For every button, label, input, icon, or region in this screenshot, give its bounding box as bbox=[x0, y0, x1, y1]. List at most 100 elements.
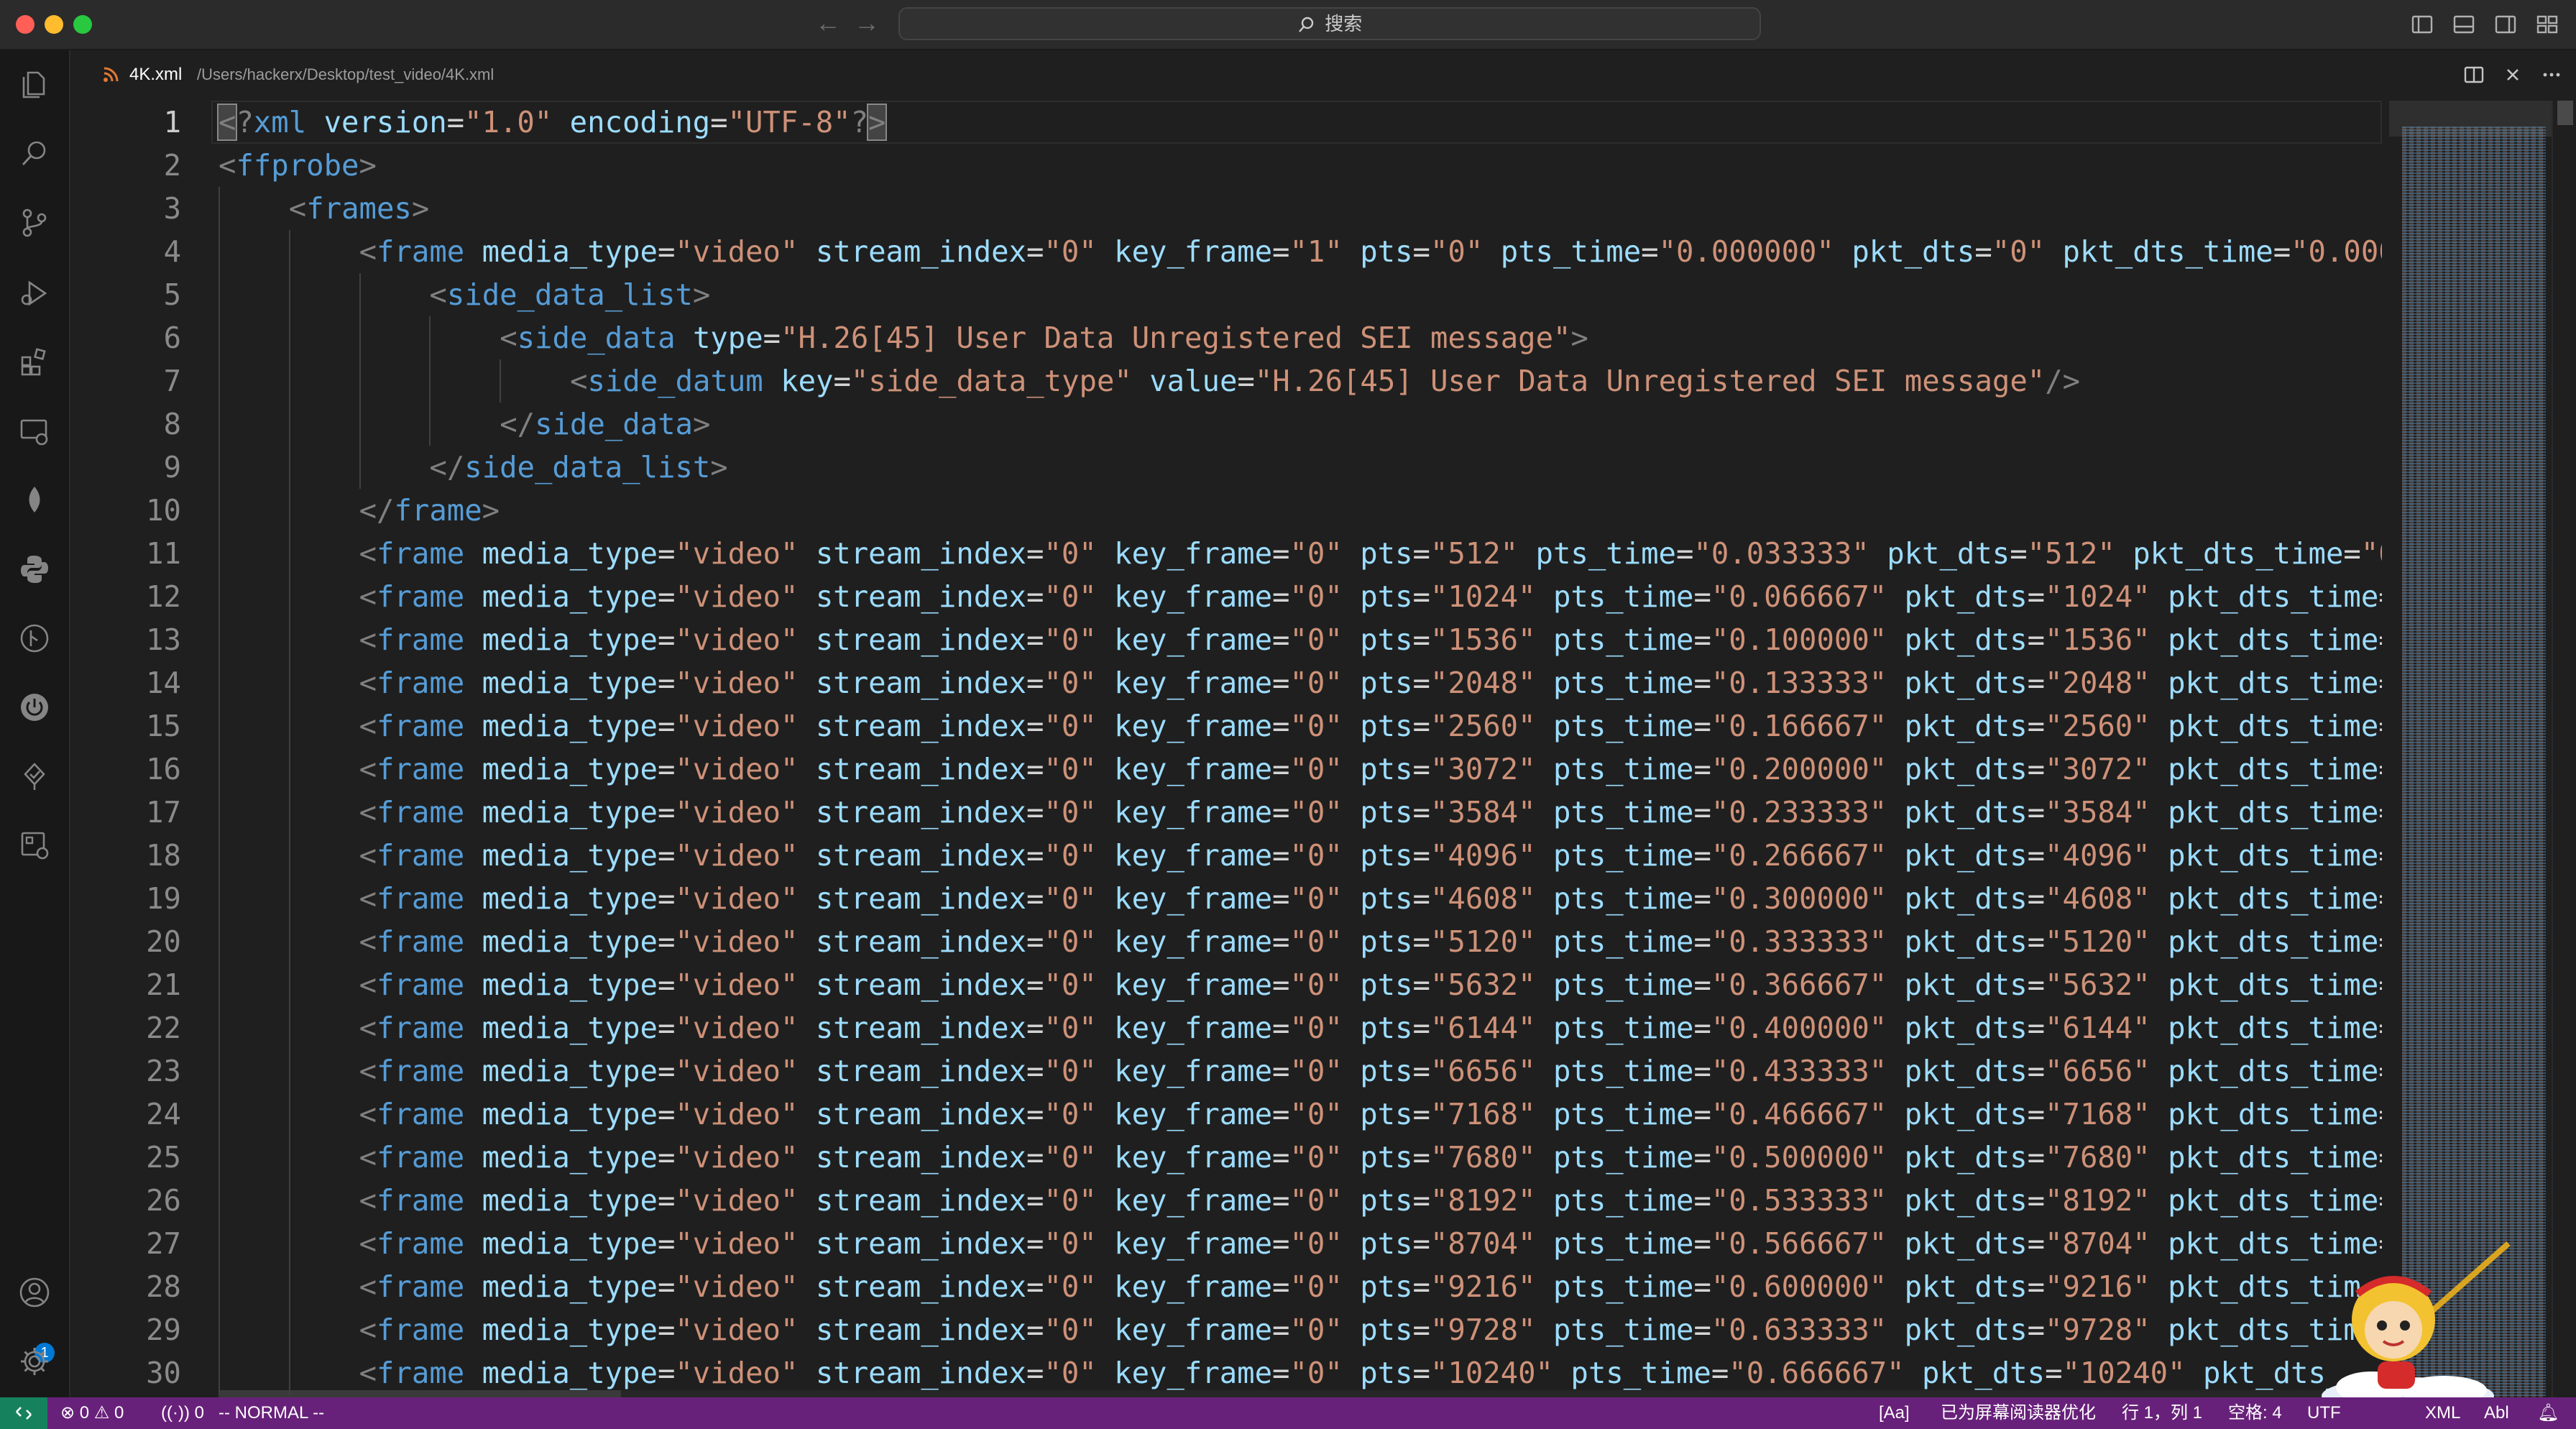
back-arrow-icon[interactable]: ← bbox=[815, 9, 841, 37]
code-line[interactable]: 11 <frame media_type="video" stream_index… bbox=[70, 532, 2382, 575]
code-line[interactable]: 20 <frame media_type="video" stream_index… bbox=[70, 920, 2382, 963]
code-line[interactable]: 16 <frame media_type="video" stream_index… bbox=[70, 748, 2382, 791]
customize-layout-icon[interactable] bbox=[2534, 12, 2560, 37]
python-icon[interactable] bbox=[14, 549, 55, 589]
file-encoding[interactable]: UTF bbox=[2307, 1397, 2341, 1429]
case-toggle[interactable]: [Aa] bbox=[1879, 1397, 1910, 1429]
gear-icon[interactable] bbox=[14, 1341, 55, 1382]
code-token: pkt_dts bbox=[1887, 536, 2010, 571]
timeline-icon[interactable] bbox=[14, 618, 55, 658]
code-line[interactable]: 28 <frame media_type="video" stream_index… bbox=[70, 1265, 2382, 1308]
code-token: = bbox=[657, 1097, 676, 1131]
code-token: "4608" bbox=[2045, 881, 2150, 916]
vertical-scrollbar[interactable] bbox=[2552, 101, 2576, 1397]
line-number: 13 bbox=[146, 622, 181, 657]
code-token: = bbox=[1412, 1140, 1430, 1175]
indentation[interactable]: 空格: 4 bbox=[2228, 1397, 2282, 1429]
code-line[interactable]: 26 <frame media_type="video" stream_index… bbox=[70, 1179, 2382, 1222]
remote-indicator[interactable] bbox=[0, 1397, 47, 1429]
code-line[interactable]: 30 <frame media_type="video" stream_index… bbox=[70, 1351, 2382, 1394]
code-line[interactable]: 29 <frame media_type="video" stream_index… bbox=[70, 1308, 2382, 1351]
code-token: "6144" bbox=[1430, 1011, 1536, 1045]
code-line[interactable]: 5 <side_data_list> bbox=[70, 273, 2382, 316]
screen-reader-status[interactable]: 已为屏幕阅读器优化 bbox=[1941, 1397, 2096, 1429]
code-line[interactable]: 14 <frame media_type="video" stream_index… bbox=[70, 661, 2382, 704]
warning-icon: ⚠ bbox=[93, 1403, 110, 1423]
language-mode[interactable]: XML bbox=[2425, 1397, 2460, 1429]
code-line[interactable]: 12 <frame media_type="video" stream_index… bbox=[70, 575, 2382, 618]
minimize-window-button[interactable] bbox=[45, 15, 63, 34]
explorer-icon[interactable] bbox=[14, 65, 55, 105]
tab-filename[interactable]: 4K.xml bbox=[129, 63, 182, 86]
code-line[interactable]: 17 <frame media_type="video" stream_index… bbox=[70, 791, 2382, 834]
command-center-search[interactable]: 搜索 bbox=[898, 7, 1761, 40]
problems-indicator[interactable]: ⊗ 0 ⚠ 0 bbox=[60, 1397, 124, 1429]
code-line[interactable]: 7 <side_datum key="side_data_type" value=… bbox=[70, 359, 2382, 403]
code-line[interactable]: 18 <frame media_type="video" stream_index… bbox=[70, 834, 2382, 877]
code-token: = bbox=[1272, 234, 1290, 269]
code-token: "0.400000" bbox=[1711, 1011, 1887, 1045]
spell-check[interactable]: Abl bbox=[2484, 1397, 2509, 1429]
remote-explorer-icon[interactable] bbox=[14, 411, 55, 451]
minimap[interactable] bbox=[2382, 101, 2552, 1397]
code-token: side_data bbox=[535, 407, 693, 441]
code-line[interactable]: 8 </side_data> bbox=[70, 403, 2382, 446]
leaf-icon[interactable] bbox=[14, 480, 55, 520]
code-token: "5632" bbox=[2045, 968, 2150, 1002]
toggle-panel-icon[interactable] bbox=[2451, 12, 2477, 37]
code-token: key_frame bbox=[1114, 752, 1273, 786]
close-icon[interactable] bbox=[2501, 63, 2524, 86]
code-token: "0" bbox=[1289, 1269, 1343, 1304]
vertical-scrollbar-thumb[interactable] bbox=[2557, 101, 2573, 125]
code-token: > bbox=[1570, 321, 1588, 355]
container-icon[interactable] bbox=[14, 825, 55, 865]
notifications-icon[interactable]: 🔔︎ bbox=[2537, 1397, 2559, 1429]
code-line[interactable]: 23 <frame media_type="video" stream_index… bbox=[70, 1049, 2382, 1093]
code-token: < bbox=[359, 838, 377, 873]
code-token: "0" bbox=[1289, 1183, 1343, 1218]
toggle-secondary-sidebar-icon[interactable] bbox=[2493, 12, 2518, 37]
power-icon[interactable] bbox=[14, 687, 55, 727]
code-line[interactable]: 9 </side_data_list> bbox=[70, 446, 2382, 489]
more-actions-icon[interactable] bbox=[2540, 63, 2563, 86]
code-line[interactable]: 10 </frame> bbox=[70, 489, 2382, 532]
code-token: = bbox=[657, 838, 676, 873]
testing-icon[interactable] bbox=[14, 756, 55, 796]
source-control-icon[interactable] bbox=[14, 203, 55, 243]
code-line[interactable]: 19 <frame media_type="video" stream_index… bbox=[70, 877, 2382, 920]
forward-arrow-icon[interactable]: → bbox=[854, 9, 880, 37]
ports-indicator[interactable]: ((·)) 0 bbox=[161, 1397, 204, 1429]
code-token: > bbox=[411, 191, 430, 226]
code-token: stream_index bbox=[815, 666, 1026, 700]
code-line[interactable]: 15 <frame media_type="video" stream_index… bbox=[70, 704, 2382, 748]
search-icon[interactable] bbox=[14, 134, 55, 174]
minimap-viewport-slider[interactable] bbox=[2389, 101, 2552, 137]
code-line[interactable]: 13 <frame media_type="video" stream_index… bbox=[70, 618, 2382, 661]
code-token: "7168" bbox=[2045, 1097, 2150, 1131]
code-line[interactable]: 6 <side_data type="H.26[45] User Data Unr… bbox=[70, 316, 2382, 359]
toggle-primary-sidebar-icon[interactable] bbox=[2409, 12, 2435, 37]
accounts-icon[interactable] bbox=[14, 1272, 55, 1313]
run-debug-icon[interactable] bbox=[14, 273, 55, 313]
code-line[interactable]: 3 <frames> bbox=[70, 187, 2382, 230]
code-token: pkt_dts bbox=[1922, 1356, 2046, 1390]
code-line[interactable]: 4 <frame media_type="video" stream_index=… bbox=[70, 230, 2382, 273]
cursor-position[interactable]: 行 1，列 1 bbox=[2122, 1397, 2202, 1429]
code-line[interactable]: 1 <?xml version="1.0" encoding="UTF-8"?> bbox=[70, 101, 2382, 144]
code-line[interactable]: 25 <frame media_type="video" stream_index… bbox=[70, 1136, 2382, 1179]
code-editor[interactable]: 1 <?xml version="1.0" encoding="UTF-8"?> 2… bbox=[70, 101, 2382, 1397]
split-editor-icon[interactable] bbox=[2462, 63, 2485, 86]
code-line[interactable]: 21 <frame media_type="video" stream_index… bbox=[70, 963, 2382, 1006]
maximize-window-button[interactable] bbox=[73, 15, 92, 34]
close-window-button[interactable] bbox=[16, 15, 34, 34]
code-line[interactable]: 2 <ffprobe> bbox=[70, 144, 2382, 187]
indent-guide bbox=[218, 489, 220, 532]
extensions-icon[interactable] bbox=[14, 342, 55, 382]
code-line[interactable]: 24 <frame media_type="video" stream_index… bbox=[70, 1093, 2382, 1136]
code-line[interactable]: 27 <frame media_type="video" stream_index… bbox=[70, 1222, 2382, 1265]
code-line[interactable]: 22 <frame media_type="video" stream_index… bbox=[70, 1006, 2382, 1049]
code-token: = bbox=[2027, 1226, 2046, 1261]
